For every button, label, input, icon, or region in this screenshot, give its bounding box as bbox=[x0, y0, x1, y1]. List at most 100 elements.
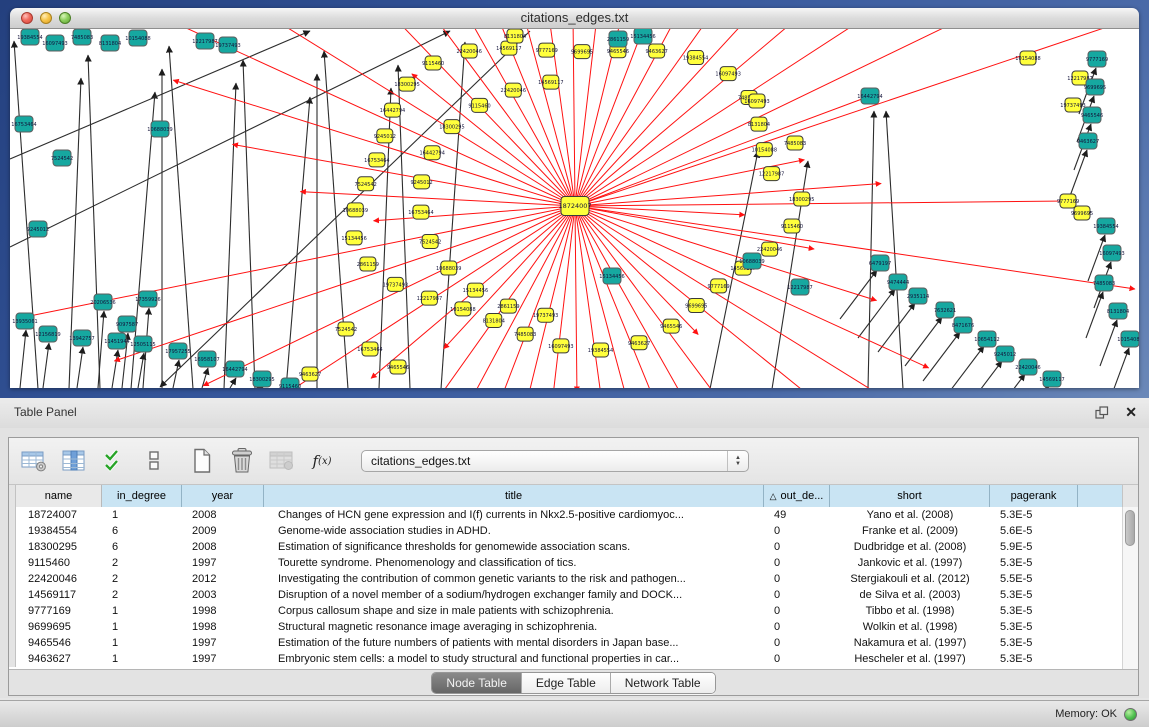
graph-node[interactable] bbox=[871, 255, 889, 271]
cell-out[interactable]: 0 bbox=[764, 653, 830, 665]
graph-node[interactable] bbox=[421, 291, 437, 305]
graph-node[interactable] bbox=[720, 67, 736, 81]
cell-name[interactable]: 18724007 bbox=[16, 509, 102, 521]
show-columns-icon[interactable] bbox=[59, 446, 89, 476]
graph-node[interactable] bbox=[461, 44, 477, 58]
cell-short[interactable]: Stergiakouli et al. (2012) bbox=[830, 573, 990, 585]
cell-title[interactable]: Genome-wide association studies in ADHD. bbox=[264, 525, 764, 537]
graph-node[interactable] bbox=[444, 120, 460, 134]
column-header-in_degree[interactable]: in_degree bbox=[102, 485, 182, 507]
cell-out[interactable]: 0 bbox=[764, 525, 830, 537]
cell-title[interactable]: Structural magnetic resonance image aver… bbox=[264, 621, 764, 633]
column-header-year[interactable]: year bbox=[182, 485, 264, 507]
cell-name[interactable]: 14569117 bbox=[16, 589, 102, 601]
cell-year[interactable]: 2012 bbox=[182, 573, 264, 585]
cell-rank[interactable]: 5.3E-5 bbox=[990, 605, 1078, 617]
graph-node[interactable] bbox=[1060, 194, 1076, 208]
table-row[interactable]: 2242004622012Investigating the contribut… bbox=[9, 571, 1138, 587]
graph-node[interactable] bbox=[688, 299, 704, 313]
cell-indeg[interactable]: 6 bbox=[102, 525, 182, 537]
delete-column-icon[interactable] bbox=[227, 446, 257, 476]
cell-rank[interactable]: 5.3E-5 bbox=[990, 653, 1078, 665]
table-row[interactable]: 911546021997Tourette syndrome. Phenomeno… bbox=[9, 555, 1138, 571]
memory-status-indicator[interactable] bbox=[1124, 708, 1137, 721]
tab-node-table[interactable]: Node Table bbox=[432, 673, 522, 693]
column-header-title[interactable]: title bbox=[264, 485, 764, 507]
graph-node[interactable] bbox=[108, 333, 126, 349]
select-all-icon[interactable] bbox=[99, 446, 129, 476]
table-selector-dropdown[interactable]: citations_edges.txt ▲▼ bbox=[361, 450, 749, 472]
cell-indeg[interactable]: 1 bbox=[102, 637, 182, 649]
table-row[interactable]: 1872400712008Changes of HCN gene express… bbox=[9, 507, 1138, 523]
graph-node[interactable] bbox=[909, 288, 927, 304]
graph-node[interactable] bbox=[631, 336, 647, 350]
graph-node[interactable] bbox=[424, 146, 440, 160]
cell-year[interactable]: 1998 bbox=[182, 621, 264, 633]
graph-node[interactable] bbox=[347, 203, 363, 217]
cell-title[interactable]: Disruption of a novel member of a sodium… bbox=[264, 589, 764, 601]
graph-node[interactable] bbox=[486, 313, 502, 327]
network-canvas[interactable]: 1830029591154602242004614569117977716996… bbox=[10, 29, 1139, 388]
cell-year[interactable]: 2008 bbox=[182, 509, 264, 521]
cell-year[interactable]: 1998 bbox=[182, 605, 264, 617]
cell-out[interactable]: 0 bbox=[764, 589, 830, 601]
cell-year[interactable]: 2009 bbox=[182, 525, 264, 537]
cell-short[interactable]: Tibbo et al. (1998) bbox=[830, 605, 990, 617]
graph-node[interactable] bbox=[73, 29, 91, 45]
graph-node[interactable] bbox=[711, 279, 727, 293]
graph-node[interactable] bbox=[794, 192, 810, 206]
graph-node[interactable] bbox=[169, 343, 187, 359]
graph-node[interactable] bbox=[414, 175, 430, 189]
graph-node[interactable] bbox=[425, 56, 441, 70]
tab-network-table[interactable]: Network Table bbox=[611, 673, 715, 693]
graph-node[interactable] bbox=[861, 88, 879, 104]
graph-node[interactable] bbox=[787, 136, 803, 150]
graph-node[interactable] bbox=[362, 342, 378, 356]
graph-node[interactable] bbox=[1088, 51, 1106, 67]
cell-out[interactable]: 0 bbox=[764, 573, 830, 585]
graph-node[interactable] bbox=[507, 29, 523, 43]
cell-out[interactable]: 0 bbox=[764, 637, 830, 649]
graph-node[interactable] bbox=[889, 274, 907, 290]
graph-node[interactable] bbox=[94, 294, 112, 310]
cell-short[interactable]: Wolkin et al. (1998) bbox=[830, 621, 990, 633]
cell-title[interactable]: Estimation of significance thresholds fo… bbox=[264, 541, 764, 553]
graph-node[interactable] bbox=[762, 242, 778, 256]
cell-indeg[interactable]: 1 bbox=[102, 653, 182, 665]
vertical-scrollbar[interactable] bbox=[1122, 507, 1138, 669]
graph-node[interactable] bbox=[1079, 133, 1097, 149]
graph-node[interactable] bbox=[385, 103, 401, 117]
graph-node[interactable] bbox=[1065, 98, 1081, 112]
cell-out[interactable]: 0 bbox=[764, 621, 830, 633]
graph-node[interactable] bbox=[219, 37, 237, 53]
graph-node[interactable] bbox=[390, 360, 406, 374]
cell-short[interactable]: Jankovic et al. (1997) bbox=[830, 557, 990, 569]
cell-short[interactable]: de Silva et al. (2003) bbox=[830, 589, 990, 601]
graph-node[interactable] bbox=[688, 51, 704, 65]
graph-node[interactable] bbox=[387, 277, 403, 291]
graph-node[interactable] bbox=[151, 121, 169, 137]
graph-node[interactable] bbox=[978, 331, 996, 347]
graph-node[interactable] bbox=[302, 367, 318, 381]
graph-node[interactable] bbox=[53, 150, 71, 166]
cell-year[interactable]: 2008 bbox=[182, 541, 264, 553]
graph-node[interactable] bbox=[198, 351, 216, 367]
graph-node[interactable] bbox=[954, 317, 972, 333]
graph-node[interactable] bbox=[358, 177, 374, 191]
table-row[interactable]: 1830029562008Estimation of significance … bbox=[9, 539, 1138, 555]
graph-node[interactable] bbox=[455, 302, 471, 316]
column-header-pagerank[interactable]: pagerank bbox=[990, 485, 1078, 507]
graph-node[interactable] bbox=[1043, 371, 1061, 387]
function-builder-icon[interactable]: f(x) bbox=[307, 446, 337, 476]
citation-network-graph[interactable]: 1830029591154602242004614569117977716996… bbox=[10, 29, 1139, 388]
cell-title[interactable]: Corpus callosum shape and size in male p… bbox=[264, 605, 764, 617]
cell-rank[interactable]: 5.3E-5 bbox=[990, 637, 1078, 649]
cell-title[interactable]: Estimation of the future numbers of pati… bbox=[264, 637, 764, 649]
graph-node[interactable] bbox=[784, 219, 800, 233]
cell-rank[interactable]: 5.3E-5 bbox=[990, 557, 1078, 569]
cell-indeg[interactable]: 2 bbox=[102, 557, 182, 569]
cell-indeg[interactable]: 2 bbox=[102, 589, 182, 601]
graph-node[interactable] bbox=[346, 231, 362, 245]
graph-node[interactable] bbox=[253, 371, 271, 387]
graph-node[interactable] bbox=[543, 75, 559, 89]
